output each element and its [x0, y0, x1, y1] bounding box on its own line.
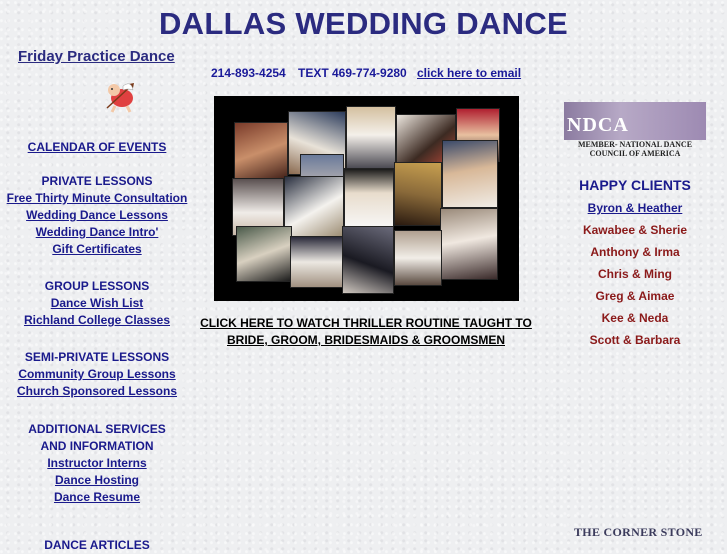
group-lessons-heading: GROUP LESSONS [44, 279, 150, 293]
email-link[interactable]: click here to email [417, 66, 521, 80]
wedding-photo [342, 226, 394, 294]
wedding-photo [394, 230, 442, 286]
left-menu-calendar: CALENDAR OF EVENTS [0, 139, 194, 156]
thriller-routine-link[interactable]: CLICK HERE TO WATCH THRILLER ROUTINE TAU… [196, 315, 536, 349]
wedding-dance-intro-link[interactable]: Wedding Dance Intro' [0, 224, 194, 241]
client-name: Anthony & Irma [590, 245, 680, 259]
left-menu-additional: ADDITIONAL SERVICES AND INFORMATION Inst… [0, 421, 194, 506]
ndca-logo: NDCA [564, 102, 706, 140]
friday-practice-dance-link[interactable]: Friday Practice Dance [18, 48, 175, 65]
wedding-photo [440, 208, 498, 280]
church-sponsored-link[interactable]: Church Sponsored Lessons [0, 383, 194, 400]
dance-hosting-link[interactable]: Dance Hosting [0, 472, 194, 489]
wedding-photo [234, 122, 288, 182]
client-name: Kawabee & Sherie [582, 223, 688, 237]
calendar-link[interactable]: CALENDAR OF EVENTS [0, 139, 194, 156]
dance-wish-list-link[interactable]: Dance Wish List [0, 295, 194, 312]
wedding-photo [290, 236, 344, 288]
richland-college-link[interactable]: Richland College Classes [0, 312, 194, 329]
text-number: TEXT 469-774-9280 [298, 66, 407, 80]
corner-stone-text: THE CORNER STONE [574, 525, 703, 539]
client-name: Scott & Barbara [589, 333, 681, 347]
client-name: Greg & Aimae [595, 289, 675, 303]
page-title: DALLAS WEDDING DANCE [159, 6, 568, 41]
happy-clients-list: Byron & Heather Kawabee & Sherie Anthony… [560, 197, 710, 351]
wedding-photo [284, 176, 344, 238]
ndca-member-text: MEMBER- NATIONAL DANCE COUNCIL OF AMERIC… [577, 140, 693, 158]
left-menu-group: GROUP LESSONS Dance Wish List Richland C… [0, 278, 194, 329]
free-consultation-link[interactable]: Free Thirty Minute Consultation [0, 190, 194, 207]
semi-private-heading: SEMI-PRIVATE LESSONS [24, 350, 170, 364]
wedding-photo-collage[interactable] [214, 96, 519, 301]
instructor-interns-link[interactable]: Instructor Interns [0, 455, 194, 472]
dance-resume-link[interactable]: Dance Resume [0, 489, 194, 506]
private-lessons-heading: PRIVATE LESSONS [41, 174, 153, 188]
happy-clients-heading: HAPPY CLIENTS [579, 177, 691, 193]
ndca-logo-text: NDCA [567, 114, 629, 136]
wedding-photo [442, 140, 498, 208]
wedding-dance-lessons-link[interactable]: Wedding Dance Lessons [0, 207, 194, 224]
cupid-icon [106, 83, 134, 113]
client-name: Kee & Neda [601, 311, 669, 325]
left-menu-private: PRIVATE LESSONS Free Thirty Minute Consu… [0, 173, 194, 258]
community-group-link[interactable]: Community Group Lessons [0, 366, 194, 383]
phone-number: 214-893-4254 [211, 66, 286, 80]
client-link[interactable]: Byron & Heather [560, 197, 710, 219]
left-menu-semi-private: SEMI-PRIVATE LESSONS Community Group Les… [0, 349, 194, 400]
additional-services-heading: ADDITIONAL SERVICES [28, 422, 166, 436]
wedding-photo [344, 168, 394, 230]
left-menu-articles: DANCE ARTICLES [0, 537, 194, 554]
ndca-member-badge[interactable]: NDCA MEMBER- NATIONAL DANCE COUNCIL OF A… [564, 102, 706, 158]
client-name: Chris & Ming [598, 267, 672, 281]
and-information-heading: AND INFORMATION [40, 439, 154, 453]
wedding-photo [394, 162, 442, 226]
wedding-photo [236, 226, 292, 282]
dance-articles-heading: DANCE ARTICLES [44, 538, 150, 552]
gift-certificates-link[interactable]: Gift Certificates [0, 241, 194, 258]
